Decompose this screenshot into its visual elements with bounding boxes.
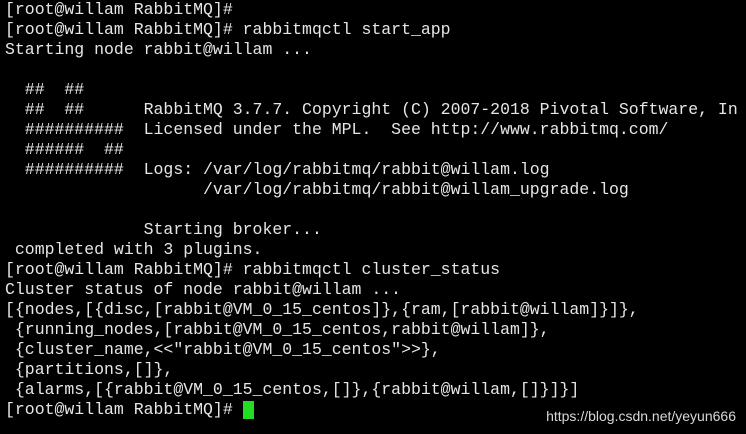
terminal-line: ########## Logs: /var/log/rabbitmq/rabbi… — [5, 160, 550, 179]
terminal-line: ## ## RabbitMQ 3.7.7. Copyright (C) 2007… — [5, 100, 738, 119]
terminal-line: {alarms,[{rabbit@VM_0_15_centos,[]},{rab… — [5, 380, 580, 399]
terminal-line: Starting broker... — [5, 220, 322, 239]
terminal-line: completed with 3 plugins. — [5, 240, 263, 259]
shell-prompt: [root@willam RabbitMQ]# — [5, 400, 243, 419]
terminal-line: ## ## — [5, 80, 85, 99]
terminal-line: [root@willam RabbitMQ]# rabbitmqctl clus… — [5, 260, 501, 279]
terminal-line: {cluster_name,<<"rabbit@VM_0_15_centos">… — [5, 340, 441, 359]
terminal-line: ###### ## — [5, 140, 124, 159]
terminal-line: {partitions,[]}, — [5, 360, 174, 379]
terminal-line: Starting node rabbit@willam ... — [5, 40, 312, 59]
watermark: https://blog.csdn.net/yeyun666 — [546, 408, 736, 424]
terminal-line: [root@willam RabbitMQ]# rabbitmqctl star… — [5, 20, 451, 39]
terminal-line: ########## Licensed under the MPL. See h… — [5, 120, 669, 139]
terminal-line: [{nodes,[{disc,[rabbit@VM_0_15_centos]},… — [5, 300, 639, 319]
terminal-line: /var/log/rabbitmq/rabbit@willam_upgrade.… — [5, 180, 629, 199]
terminal-line: [root@willam RabbitMQ]# — [5, 0, 233, 19]
terminal-line: {running_nodes,[rabbit@VM_0_15_centos,ra… — [5, 320, 550, 339]
terminal-window[interactable]: [root@willam RabbitMQ]# [root@willam Rab… — [0, 0, 746, 434]
text-cursor — [242, 401, 254, 419]
terminal-line: Cluster status of node rabbit@willam ... — [5, 280, 402, 299]
